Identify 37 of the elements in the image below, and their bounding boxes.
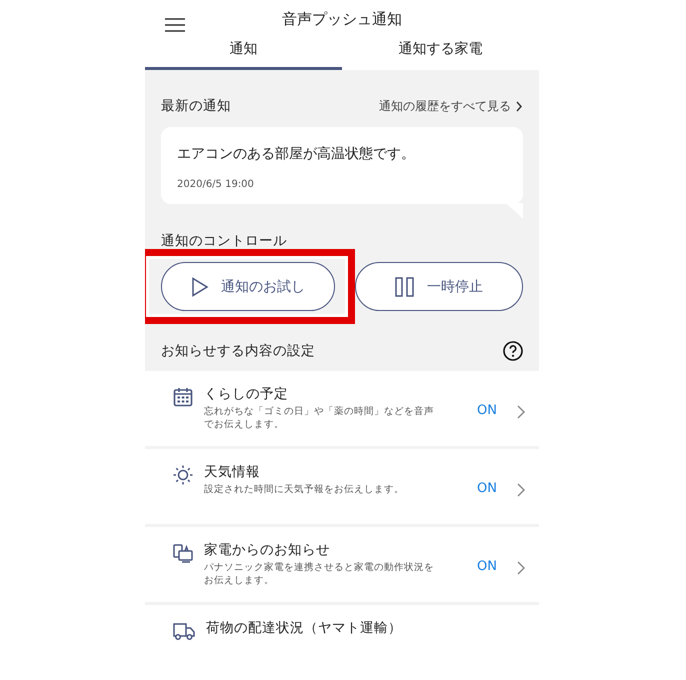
chevron-right-icon <box>515 100 523 112</box>
menu-icon[interactable] <box>165 18 185 32</box>
section-heading: 最新の通知 <box>161 97 231 115</box>
history-link[interactable]: 通知の履歴をすべて見る <box>379 98 523 114</box>
control-button[interactable]: 通知のお試し <box>161 262 335 311</box>
setting-title: 天気情報 <box>204 463 261 481</box>
section-heading: 通知のコントロール <box>161 232 287 250</box>
chevron-right-icon <box>517 483 525 497</box>
setting-title: 荷物の配達状況（ヤマト運輸） <box>206 619 403 637</box>
calendar-icon <box>173 387 193 407</box>
notification-time: 2020/6/5 19:00 <box>177 179 255 190</box>
sun-icon <box>173 465 193 485</box>
setting-status: ON <box>477 559 497 574</box>
setting-description: 忘れがちな「ゴミの日」や「薬の時間」などを音声でお伝えします。 <box>204 406 435 432</box>
tab[interactable]: 通知 <box>145 38 342 70</box>
control-button[interactable]: 一時停止 <box>355 262 523 311</box>
tab[interactable]: 通知する家電 <box>342 38 539 70</box>
appliance-icon <box>173 543 193 563</box>
setting-row[interactable]: 荷物の配達状況（ヤマト運輸） <box>145 605 539 680</box>
setting-status: ON <box>477 481 497 496</box>
setting-description: 設定された時間に天気予報をお伝えします。 <box>204 484 405 497</box>
chevron-right-icon <box>517 405 525 419</box>
setting-description: パナソニック家電を連携させると家電の動作状況をお伝えします。 <box>204 562 435 588</box>
truck-icon <box>173 621 195 641</box>
play-icon <box>191 276 209 296</box>
help-icon[interactable] <box>503 341 523 361</box>
setting-row[interactable]: 家電からのお知らせ パナソニック家電を連携させると家電の動作状況をお伝えします。 ON <box>145 527 539 602</box>
setting-status: ON <box>477 403 497 418</box>
setting-row[interactable]: くらしの予定 忘れがちな「ゴミの日」や「薬の時間」などを音声でお伝えします。 ON <box>145 371 539 446</box>
setting-title: 家電からのお知らせ <box>204 541 331 559</box>
chevron-right-icon <box>517 561 525 575</box>
screen-title: 音声プッシュ通知 <box>282 10 402 28</box>
section-heading: お知らせする内容の設定 <box>161 342 315 360</box>
setting-title: くらしの予定 <box>204 385 289 403</box>
setting-row[interactable]: 天気情報 設定された時間に天気予報をお伝えします。 ON <box>145 449 539 524</box>
notification-message: エアコンのある部屋が高温状態です。 <box>177 145 416 163</box>
pause-icon <box>395 276 415 296</box>
